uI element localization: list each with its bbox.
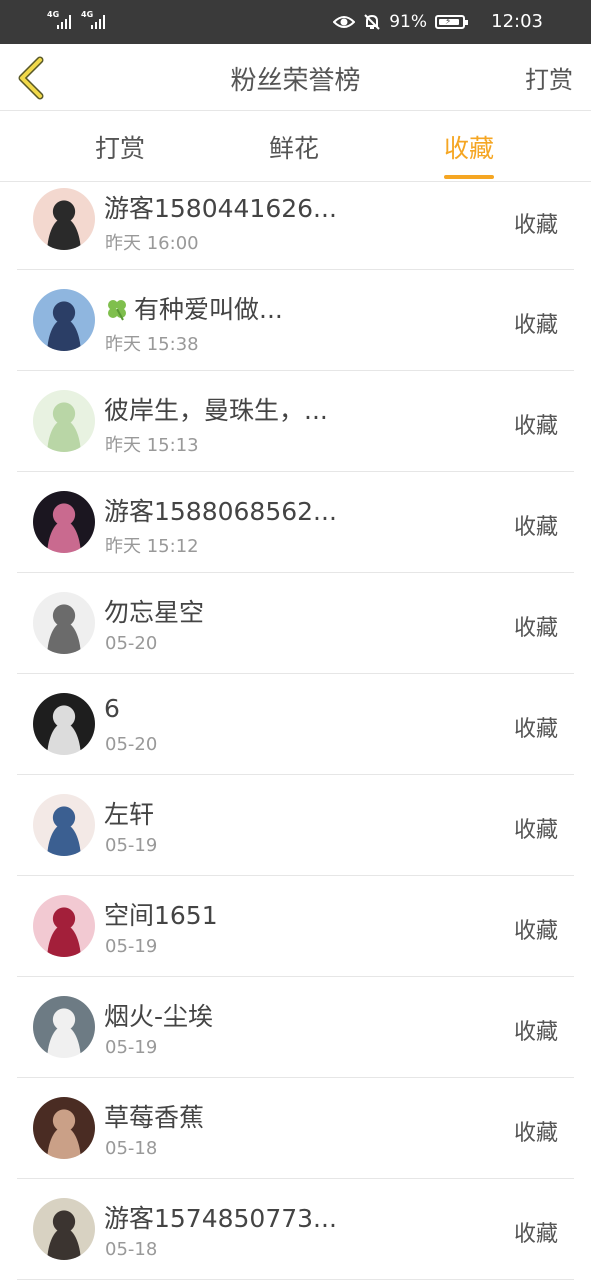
- tab-tip[interactable]: 打赏: [95, 129, 145, 165]
- clock: 12:03: [491, 11, 543, 32]
- avatar: [33, 895, 95, 957]
- avatar: [33, 390, 95, 452]
- avatar: [33, 188, 95, 250]
- list-item[interactable]: 勿忘星空 05-20 收藏: [17, 573, 574, 674]
- timestamp: 05-20: [105, 633, 158, 654]
- list-item[interactable]: 6 05-20 收藏: [17, 674, 574, 775]
- avatar: [33, 693, 95, 755]
- list-item[interactable]: 空间1651 05-19 收藏: [17, 876, 574, 977]
- timestamp: 05-19: [105, 835, 158, 856]
- action-label: 收藏: [513, 919, 558, 944]
- tab-favorites[interactable]: 收藏: [444, 129, 495, 179]
- timestamp: 05-18: [105, 1138, 158, 1159]
- timestamp: 昨天 15:13: [105, 435, 199, 456]
- eye-icon: [333, 16, 356, 28]
- user-name: 游客1574850773...: [104, 1204, 337, 1233]
- navigation-bar: 粉丝荣誉榜 打赏: [0, 44, 591, 111]
- list-item[interactable]: 游客1580441626... 昨天 16:00 收藏: [17, 182, 574, 270]
- battery-icon: ⚡: [435, 15, 468, 29]
- action-label: 收藏: [513, 1222, 558, 1247]
- tab-label: 打赏: [95, 134, 146, 163]
- list-item[interactable]: 草莓香蕉 05-18 收藏: [17, 1078, 574, 1179]
- timestamp: 05-19: [105, 1037, 158, 1058]
- list-item[interactable]: 有种爱叫做... 昨天 15:38 收藏: [17, 270, 574, 371]
- avatar: [33, 592, 95, 654]
- list-item[interactable]: 游客1588068562... 昨天 15:12 收藏: [17, 472, 574, 573]
- timestamp: 05-19: [105, 936, 158, 957]
- timestamp: 昨天 15:12: [105, 536, 199, 557]
- action-label: 收藏: [513, 818, 558, 843]
- action-label: 收藏: [513, 1020, 558, 1045]
- tab-bar: 打赏 鲜花 收藏: [0, 111, 591, 182]
- user-name-text: 有种爱叫做...: [134, 295, 283, 324]
- list-item[interactable]: 游客1574850773... 05-18 收藏: [17, 1179, 574, 1280]
- timestamp: 05-18: [105, 1239, 158, 1260]
- user-name: 勿忘星空: [104, 598, 205, 627]
- avatar: [33, 794, 95, 856]
- tip-button[interactable]: 打赏: [525, 60, 573, 95]
- avatar: [33, 1097, 95, 1159]
- tab-label: 鲜花: [269, 134, 320, 163]
- fan-list: 游客1580441626... 昨天 16:00 收藏 有种爱叫做... 昨天 …: [0, 182, 591, 1280]
- action-label: 收藏: [513, 717, 558, 742]
- user-name: 游客1588068562...: [104, 497, 337, 526]
- user-name: 游客1580441626...: [104, 194, 337, 223]
- list-item[interactable]: 烟火-尘埃 05-19 收藏: [17, 977, 574, 1078]
- user-name: 左轩: [104, 800, 155, 829]
- timestamp: 05-20: [105, 734, 158, 755]
- mute-bell-icon: [364, 14, 380, 30]
- action-label: 收藏: [513, 414, 558, 439]
- user-name: 6: [104, 694, 120, 723]
- action-label: 收藏: [513, 313, 558, 338]
- timestamp: 昨天 15:38: [105, 334, 199, 355]
- action-label: 收藏: [513, 616, 558, 641]
- user-name: 彼岸生，曼珠生，...: [104, 396, 328, 425]
- battery-percent: 91%: [389, 12, 427, 32]
- avatar: [33, 996, 95, 1058]
- timestamp: 昨天 16:00: [105, 233, 199, 254]
- active-tab-indicator: [444, 175, 495, 179]
- page-title: 粉丝荣誉榜: [230, 66, 361, 96]
- user-name: 空间1651: [104, 901, 218, 930]
- user-name: 烟火-尘埃: [104, 1002, 214, 1031]
- clover-icon: [108, 300, 126, 321]
- tab-flowers[interactable]: 鲜花: [269, 129, 319, 165]
- avatar: [33, 491, 95, 553]
- list-item[interactable]: 左轩 05-19 收藏: [17, 775, 574, 876]
- user-name: 草莓香蕉: [104, 1103, 205, 1132]
- action-label: 收藏: [513, 515, 558, 540]
- status-bar: 4G 4G 91% ⚡ 12:03: [0, 0, 591, 44]
- action-label: 收藏: [513, 213, 558, 238]
- avatar: [33, 289, 95, 351]
- tab-label: 收藏: [444, 134, 495, 163]
- avatar: [33, 1198, 95, 1260]
- user-name: 有种爱叫做...: [104, 290, 283, 326]
- action-label: 收藏: [513, 1121, 558, 1146]
- list-item[interactable]: 彼岸生，曼珠生，... 昨天 15:13 收藏: [17, 371, 574, 472]
